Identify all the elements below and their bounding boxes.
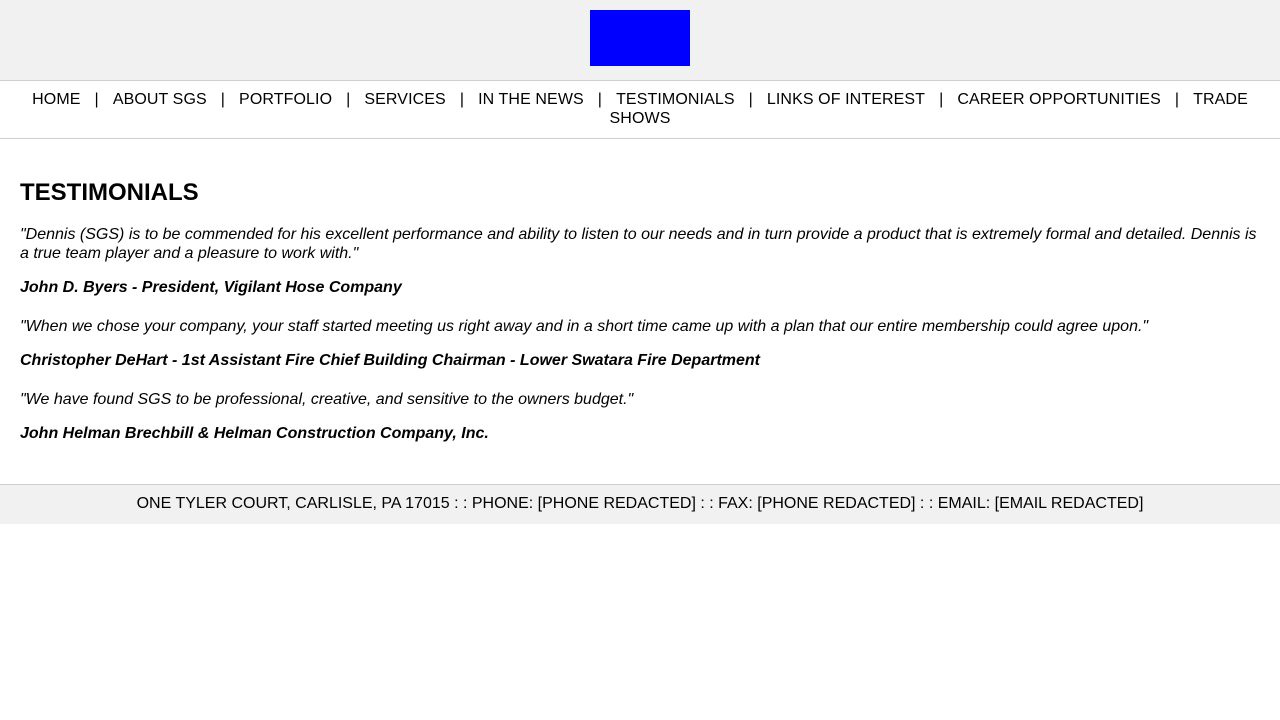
main-content: TESTIMONIALS "Dennis (SGS) is to be comm… (20, 139, 1260, 484)
nav-item-career-opportunities[interactable]: CAREER OPPORTUNITIES (957, 91, 1161, 108)
nav-separator: | (220, 91, 226, 108)
testimonial-quote: "When we chose your company, your staff … (20, 318, 1149, 335)
testimonial-quote: "Dennis (SGS) is to be commended for his… (20, 226, 1257, 262)
testimonial: "When we chose your company, your staff … (20, 317, 1260, 370)
nav-item-services[interactable]: SERVICES (364, 91, 445, 108)
nav-separator: | (459, 91, 465, 108)
testimonial: "We have found SGS to be professional, c… (20, 390, 1260, 443)
testimonial: "Dennis (SGS) is to be commended for his… (20, 225, 1260, 297)
nav-menu: HOME | ABOUT SGS | PORTFOLIO | SERVICES | IN THE… (20, 90, 1260, 128)
nav-separator: | (346, 91, 351, 108)
nav-separator: | (597, 91, 603, 108)
nav-separator: | (748, 91, 753, 108)
nav-item-home[interactable]: HOME (32, 91, 80, 108)
nav-item-in-the-news[interactable]: IN THE NEWS (478, 91, 584, 108)
testimonial-author: John D. Byers - President, Vigilant Hose… (20, 279, 402, 296)
site-footer: ONE TYLER COURT, CARLISLE, PA 17015 : : … (0, 484, 1280, 524)
nav-separator: | (939, 91, 944, 108)
testimonial-author: Christopher DeHart - 1st Assistant Fire … (20, 352, 760, 369)
nav-item-testimonials[interactable]: TESTIMONIALS (616, 91, 735, 108)
nav-item-about-sgs[interactable]: ABOUT SGS (113, 91, 207, 108)
main-navigation: HOME | ABOUT SGS | PORTFOLIO | SERVICES | IN THE… (0, 81, 1280, 139)
nav-separator: | (94, 91, 99, 108)
nav-item-links-of-interest[interactable]: LINKS OF INTEREST (767, 91, 925, 108)
page-title: TESTIMONIALS (20, 179, 199, 206)
testimonial-quote: "We have found SGS to be professional, c… (20, 391, 634, 408)
testimonial-author: John Helman Brechbill & Helman Construct… (20, 425, 489, 442)
site-header (0, 0, 1280, 81)
nav-item-portfolio[interactable]: PORTFOLIO (239, 91, 332, 108)
site-logo[interactable] (590, 10, 690, 66)
nav-separator: | (1174, 91, 1180, 108)
footer-contact-info: ONE TYLER COURT, CARLISLE, PA 17015 : : … (136, 495, 1144, 512)
